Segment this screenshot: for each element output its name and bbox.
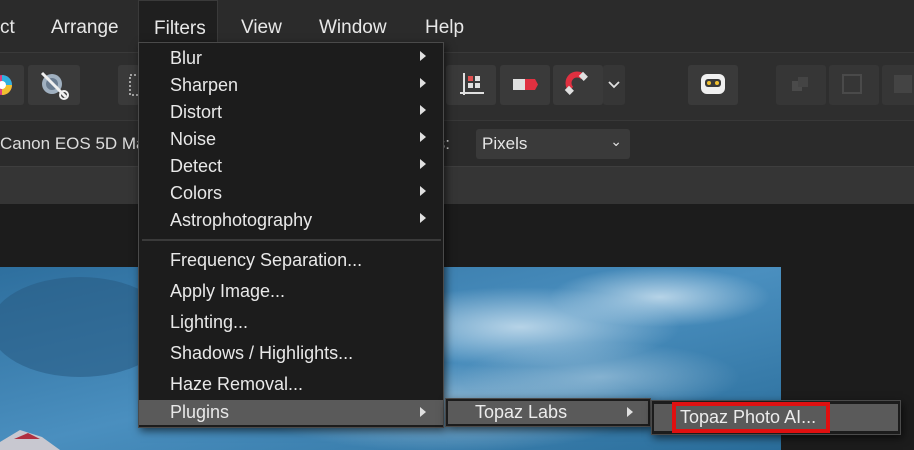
menu-item-label: Blur xyxy=(170,48,203,68)
chevron-down-icon: ⌄ xyxy=(610,133,622,149)
selection-button[interactable] xyxy=(118,65,141,105)
submenu-arrow-icon xyxy=(420,186,426,196)
menu-item-astrophotography[interactable]: Astrophotography xyxy=(139,207,443,234)
crop-icon xyxy=(460,73,484,95)
menu-item-apply-image[interactable]: Apply Image... xyxy=(139,278,443,305)
arrange-back-icon xyxy=(792,77,808,91)
menu-item-label: Lighting... xyxy=(170,312,249,332)
menu-item-topaz-labs[interactable]: Topaz Labs xyxy=(448,401,648,424)
submenu-arrow-icon xyxy=(420,159,426,169)
menu-item-label: Colors xyxy=(170,183,223,203)
menu-separator xyxy=(142,239,441,241)
menu-item-shadows-highlights[interactable]: Shadows / Highlights... xyxy=(139,340,443,367)
arrange-forward-icon xyxy=(842,74,862,94)
units-select[interactable]: Pixels ⌄ xyxy=(476,129,630,159)
menu-arrange[interactable]: Arrange xyxy=(51,0,119,52)
callout-highlight xyxy=(672,402,830,433)
assistant-button[interactable] xyxy=(500,65,550,105)
crop-button[interactable] xyxy=(446,65,496,105)
menu-item-plugins[interactable]: Plugins xyxy=(139,400,443,425)
arrange-forward-button[interactable] xyxy=(829,65,879,105)
menu-item-label: Topaz Labs xyxy=(475,402,568,422)
menu-item-noise[interactable]: Noise xyxy=(139,126,443,153)
split-view-icon xyxy=(513,79,538,90)
lens-profile-label: Canon EOS 5D Ma xyxy=(0,134,146,153)
filters-menu: Blur Sharpen Distort Noise Detect Colors… xyxy=(138,42,444,428)
color-wheel-button[interactable] xyxy=(0,65,24,105)
submenu-arrow-icon xyxy=(420,213,426,223)
marquee-icon xyxy=(129,74,141,96)
color-wheel-icon xyxy=(0,75,12,95)
menu-item-label: Plugins xyxy=(170,402,230,422)
menu-item-label: Astrophotography xyxy=(170,210,313,230)
snapping-button[interactable] xyxy=(553,65,603,105)
submenu-arrow-icon xyxy=(420,105,426,115)
arrange-front-icon xyxy=(894,75,912,93)
plugins-submenu: Topaz Labs xyxy=(445,398,651,427)
menu-item-frequency-separation[interactable]: Frequency Separation... xyxy=(139,247,443,274)
menu-item-sharpen[interactable]: Sharpen xyxy=(139,72,443,99)
menu-item-blur[interactable]: Blur xyxy=(139,45,443,72)
menu-item-distort[interactable]: Distort xyxy=(139,99,443,126)
units-select-value: Pixels xyxy=(482,134,528,153)
submenu-arrow-icon xyxy=(627,407,633,417)
adjust-icon xyxy=(40,71,69,100)
submenu-arrow-icon xyxy=(420,51,426,61)
menu-select[interactable]: ct xyxy=(0,0,15,52)
menu-item-label: Noise xyxy=(170,129,217,149)
menu-item-label: Apply Image... xyxy=(170,281,286,301)
studio-link-button[interactable] xyxy=(688,65,738,105)
menu-item-label: Distort xyxy=(170,102,223,122)
submenu-arrow-icon xyxy=(420,407,426,417)
menu-item-label: Shadows / Highlights... xyxy=(170,343,354,363)
robot-icon xyxy=(701,74,725,94)
snapping-options-button[interactable] xyxy=(603,65,625,105)
submenu-arrow-icon xyxy=(420,132,426,142)
magnet-icon xyxy=(564,71,588,95)
arrange-front-button[interactable] xyxy=(882,65,914,105)
chevron-down-icon xyxy=(608,81,620,89)
arrange-back-button[interactable] xyxy=(776,65,826,105)
submenu-arrow-icon xyxy=(420,78,426,88)
menu-item-haze-removal[interactable]: Haze Removal... xyxy=(139,371,443,398)
menu-item-detect[interactable]: Detect xyxy=(139,153,443,180)
menu-item-colors[interactable]: Colors xyxy=(139,180,443,207)
menu-item-lighting[interactable]: Lighting... xyxy=(139,309,443,336)
menu-item-label: Frequency Separation... xyxy=(170,250,363,270)
menu-item-label: Haze Removal... xyxy=(170,374,304,394)
menu-item-label: Sharpen xyxy=(170,75,239,95)
adjust-button[interactable] xyxy=(28,65,80,105)
menu-item-label: Detect xyxy=(170,156,223,176)
